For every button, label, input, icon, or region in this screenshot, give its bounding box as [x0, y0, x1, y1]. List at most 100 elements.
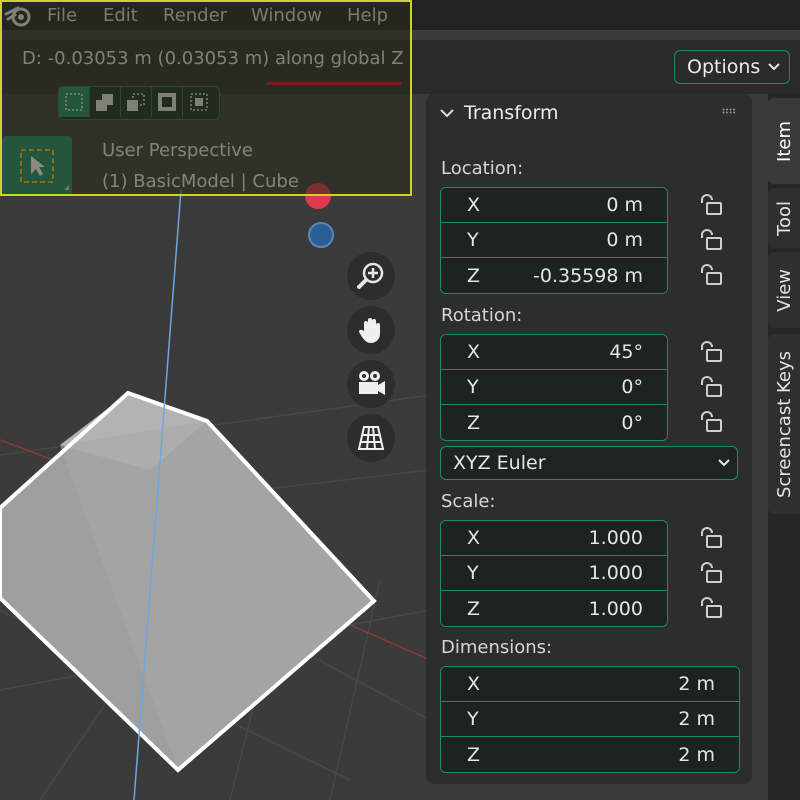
- dimensions-y-label: Y: [467, 708, 479, 730]
- viewport-title: User Perspective: [102, 140, 253, 161]
- scale-y-value: 1.000: [588, 562, 643, 584]
- rotation-mode-select[interactable]: XYZ Euler: [440, 446, 738, 480]
- zoom-icon: [357, 262, 384, 289]
- perspective-toggle-button[interactable]: [347, 414, 395, 462]
- viewport-object-label: (1) BasicModel | Cube: [102, 171, 299, 192]
- annotation-underline: [266, 82, 402, 85]
- blender-logo-icon[interactable]: [4, 2, 32, 28]
- select-new-icon: [65, 93, 83, 111]
- chevron-down-icon: [440, 109, 454, 118]
- lock-scale-x-icon[interactable]: [698, 527, 724, 549]
- lock-rotation-x-icon[interactable]: [698, 341, 724, 363]
- transform-status-text: D: -0.03053 m (0.03053 m) along global Z: [22, 48, 404, 69]
- scale-y-field[interactable]: Y 1.000: [441, 556, 667, 591]
- dimensions-z-label: Z: [467, 743, 481, 766]
- lock-location-y-icon[interactable]: [698, 229, 724, 251]
- location-x-value: 0 m: [606, 194, 643, 216]
- options-dropdown[interactable]: Options: [674, 50, 790, 84]
- chevron-down-icon: [768, 63, 780, 71]
- scale-y-label: Y: [467, 562, 479, 584]
- scale-x-label: X: [467, 527, 481, 549]
- scale-label: Scale:: [441, 491, 496, 512]
- dimensions-fields: X 2 m Y 2 m Z 2 m: [440, 666, 740, 773]
- rotation-z-field[interactable]: Z 0°: [441, 405, 667, 440]
- tab-screencast-keys[interactable]: Screencast Keys: [768, 334, 800, 514]
- dimensions-x-label: X: [467, 673, 481, 695]
- location-x-field[interactable]: X 0 m: [441, 188, 667, 223]
- location-y-field[interactable]: Y 0 m: [441, 223, 667, 258]
- camera-view-button[interactable]: [347, 360, 395, 408]
- options-label: Options: [687, 56, 761, 78]
- select-box-icon: [20, 149, 69, 190]
- dimensions-z-value: 2 m: [678, 743, 715, 766]
- lock-rotation-y-icon[interactable]: [698, 376, 724, 398]
- tab-item[interactable]: Item: [768, 98, 800, 184]
- tab-screencast-keys-label: Screencast Keys: [773, 350, 795, 498]
- dimensions-x-field[interactable]: X 2 m: [441, 667, 739, 702]
- menu-help[interactable]: Help: [347, 0, 388, 30]
- scale-x-field[interactable]: X 1.000: [441, 521, 667, 556]
- dimensions-z-field[interactable]: Z 2 m: [441, 737, 739, 772]
- select-invert-icon: [158, 93, 176, 111]
- transform-panel-title: Transform: [464, 102, 559, 124]
- location-y-label: Y: [467, 229, 479, 251]
- rotation-fields: X 45° Y 0° Z 0°: [440, 334, 668, 441]
- pan-button[interactable]: [347, 306, 395, 354]
- chevron-down-icon: [718, 459, 730, 467]
- select-intersect-icon: [189, 93, 208, 111]
- select-extend-icon: [96, 94, 113, 111]
- hand-icon: [358, 318, 380, 343]
- menu-render[interactable]: Render: [163, 0, 227, 30]
- rotation-z-label: Z: [467, 411, 481, 434]
- transform-panel-header[interactable]: Transform: [438, 102, 559, 124]
- lock-location-z-icon[interactable]: [698, 264, 724, 286]
- select-extend-button[interactable]: [90, 87, 121, 117]
- location-label: Location:: [441, 158, 524, 179]
- tab-tool-label: Tool: [773, 200, 795, 236]
- scale-x-value: 1.000: [588, 527, 643, 549]
- lock-scale-y-icon[interactable]: [698, 562, 724, 584]
- select-box-tool-button[interactable]: [2, 136, 72, 196]
- zoom-button[interactable]: [347, 252, 395, 300]
- scale-z-field[interactable]: Z 1.000: [441, 591, 667, 626]
- grid-perspective-icon: [357, 426, 385, 450]
- tab-item-label: Item: [773, 120, 795, 162]
- tab-view-label: View: [773, 268, 795, 312]
- menu-window[interactable]: Window: [251, 0, 322, 30]
- menu-file[interactable]: File: [47, 0, 77, 30]
- lock-location-x-icon[interactable]: [698, 194, 724, 216]
- rotation-y-value: 0°: [621, 376, 643, 398]
- dimensions-y-field[interactable]: Y 2 m: [441, 702, 739, 737]
- tab-view[interactable]: View: [768, 252, 800, 328]
- select-invert-button[interactable]: [152, 87, 183, 117]
- drag-grip-icon[interactable]: [722, 108, 736, 114]
- location-x-label: X: [467, 194, 481, 216]
- location-y-value: 0 m: [606, 229, 643, 251]
- rotation-label: Rotation:: [441, 305, 523, 326]
- rotation-y-field[interactable]: Y 0°: [441, 370, 667, 405]
- transform-panel: Transform Location: X 0 m Y 0 m Z -0.35598 …: [426, 94, 752, 784]
- lock-scale-z-icon[interactable]: [698, 597, 724, 619]
- rotation-y-label: Y: [467, 376, 479, 398]
- rotation-mode-value: XYZ Euler: [453, 452, 546, 474]
- location-z-field[interactable]: Z -0.35598 m: [441, 258, 667, 293]
- select-subtract-icon: [127, 93, 145, 111]
- selection-mode-bar: [58, 86, 220, 120]
- rotation-x-value: 45°: [609, 341, 643, 363]
- camera-icon: [359, 371, 385, 395]
- dimensions-x-value: 2 m: [678, 673, 715, 695]
- menu-edit[interactable]: Edit: [103, 0, 138, 30]
- menu-bar: File Edit Render Window Help: [0, 0, 800, 30]
- dimensions-y-value: 2 m: [678, 708, 715, 730]
- dimensions-label: Dimensions:: [441, 637, 553, 658]
- lock-rotation-z-icon[interactable]: [698, 411, 724, 433]
- select-intersect-button[interactable]: [183, 87, 214, 117]
- tab-tool[interactable]: Tool: [768, 188, 800, 248]
- rotation-x-field[interactable]: X 45°: [441, 335, 667, 370]
- scale-fields: X 1.000 Y 1.000 Z 1.000: [440, 520, 668, 627]
- select-new-button[interactable]: [59, 87, 90, 117]
- scale-z-value: 1.000: [588, 597, 643, 620]
- select-subtract-button[interactable]: [121, 87, 152, 117]
- rotation-x-label: X: [467, 341, 481, 363]
- scale-z-label: Z: [467, 597, 481, 620]
